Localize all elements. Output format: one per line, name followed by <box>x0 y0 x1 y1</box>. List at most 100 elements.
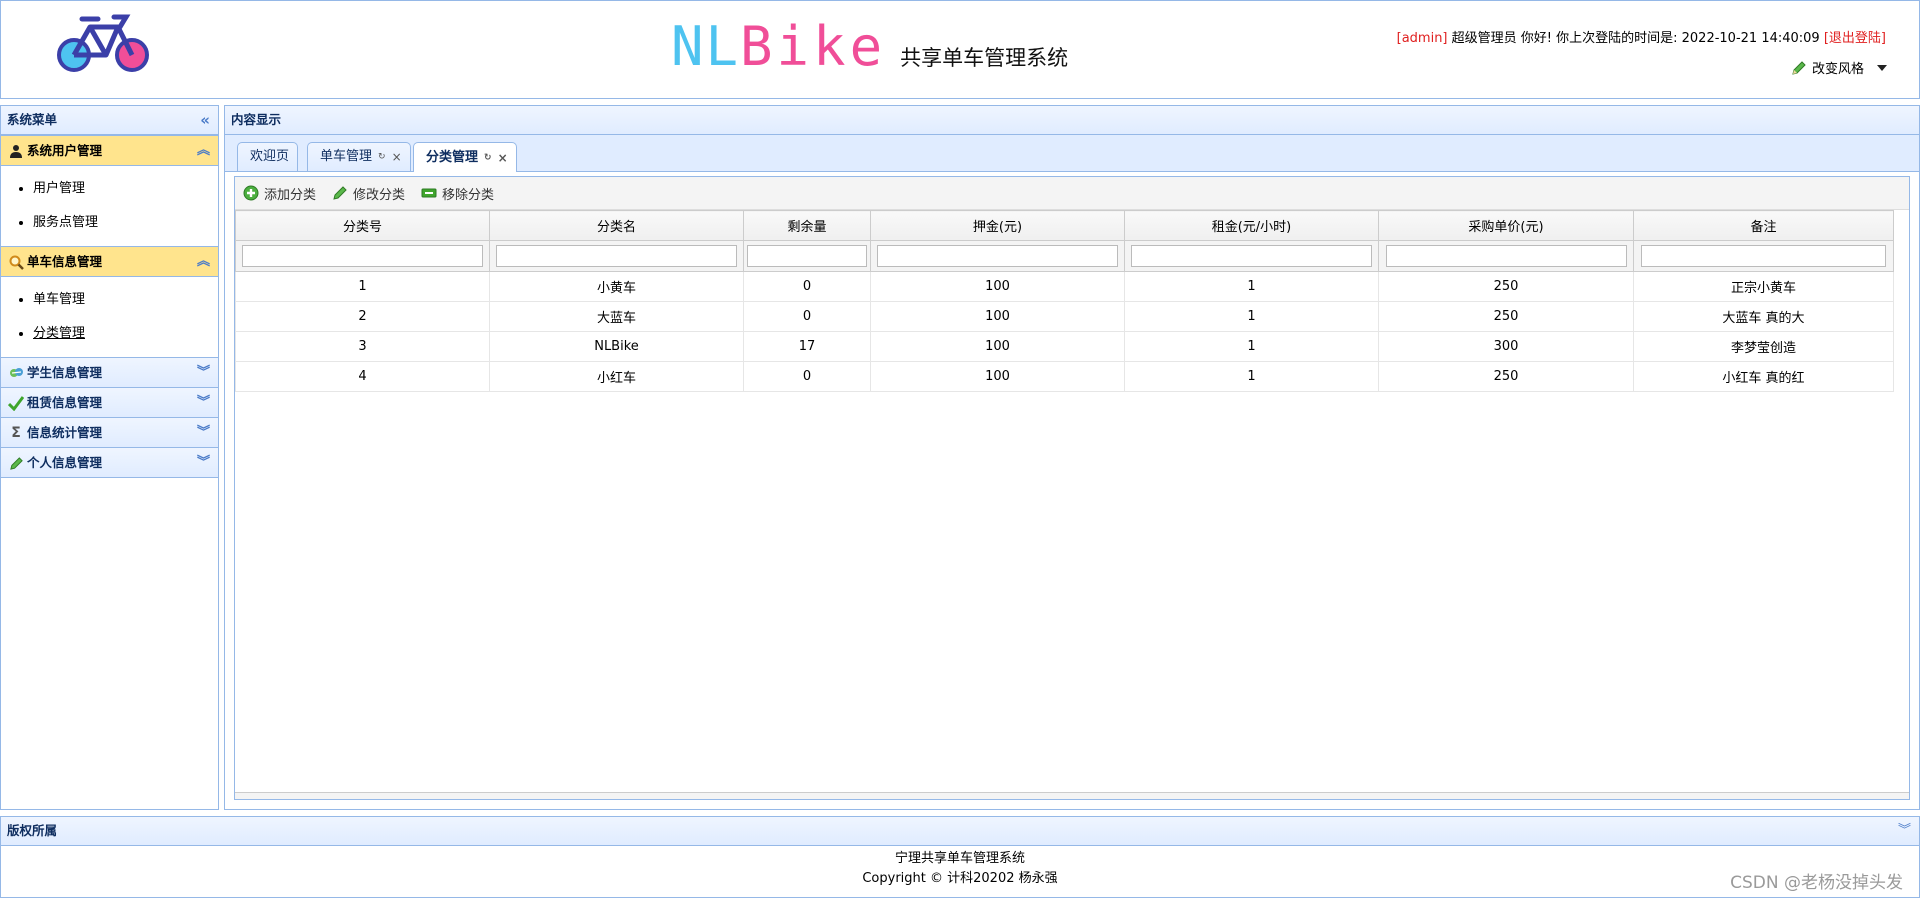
sidebar-item-service-points[interactable]: 服务点管理 <box>33 206 218 240</box>
watermark: CSDN @老杨没掉头发 <box>1730 873 1903 893</box>
accordion-bike-info[interactable]: 单车信息管理 ︽ <box>1 246 218 277</box>
brand-bike-text: Bike <box>740 15 887 78</box>
table-cell: 大蓝车 真的大 <box>1633 301 1894 332</box>
greeting-text: 超级管理员 你好! 你上次登陆的时间是: 2022-10-21 14:40:09 <box>1447 31 1824 46</box>
filter-input[interactable] <box>746 245 868 267</box>
button-label: 移除分类 <box>442 187 495 203</box>
filter-input[interactable] <box>1640 245 1887 267</box>
accordion-personal-info[interactable]: 个人信息管理 ︾ <box>1 448 218 478</box>
grid-scrollbar[interactable] <box>235 792 1909 799</box>
table-row[interactable]: 4 小红车 0 100 1 250 小红车 真的红 <box>235 361 1894 392</box>
table-cell: 正宗小黄车 <box>1633 271 1894 302</box>
remove-icon <box>421 188 437 198</box>
remove-category-button[interactable]: 移除分类 <box>421 184 494 203</box>
sidebar-header: 系统菜单 « <box>1 106 218 135</box>
refresh-icon[interactable]: ↻ <box>484 144 492 172</box>
chevron-down-icon[interactable]: ︾ <box>197 448 210 477</box>
filter-cell <box>1124 240 1379 272</box>
pencil-icon <box>8 455 24 471</box>
table-cell: 250 <box>1378 361 1634 392</box>
accordion-label: 信息统计管理 <box>27 425 103 440</box>
chevron-down-icon[interactable]: ︾ <box>197 358 210 387</box>
table-cell: 100 <box>870 301 1125 332</box>
table-cell: NLBike <box>489 331 744 362</box>
footer: 版权所属 ︾ 宁理共享单车管理系统 Copyright © 计科20202 杨永… <box>0 816 1920 898</box>
theme-menu-button[interactable]: 改变风格 <box>1791 58 1887 77</box>
accordion-rental-info[interactable]: 租赁信息管理 ︾ <box>1 388 218 418</box>
category-table: 分类号 分类名 剩余量 押金(元) 租金(元/小时) 采购单价(元) 备注 1 … <box>235 210 1894 392</box>
tab-bike-management[interactable]: 单车管理 ↻ × <box>307 142 411 171</box>
filter-input[interactable] <box>242 245 483 267</box>
column-header[interactable]: 押金(元) <box>870 210 1125 241</box>
filter-input[interactable] <box>1385 245 1627 267</box>
filter-row <box>235 240 1894 272</box>
table-cell: 李梦莹创造 <box>1633 331 1894 362</box>
column-header[interactable]: 备注 <box>1633 210 1894 241</box>
column-header[interactable]: 分类名 <box>489 210 744 241</box>
column-header[interactable]: 租金(元/小时) <box>1124 210 1379 241</box>
accordion-system-users[interactable]: 系统用户管理 ︽ <box>1 135 218 166</box>
add-icon <box>243 185 259 201</box>
filter-input[interactable] <box>1131 245 1372 267</box>
user-icon <box>8 143 24 159</box>
accordion-label: 学生信息管理 <box>27 365 103 380</box>
accordion-statistics[interactable]: Σ 信息统计管理 ︾ <box>1 418 218 448</box>
table-row[interactable]: 2 大蓝车 0 100 1 250 大蓝车 真的大 <box>235 301 1894 332</box>
filter-cell <box>1378 240 1634 272</box>
tab-category-management[interactable]: 分类管理 ↻ × <box>413 142 517 172</box>
table-cell: 4 <box>235 361 490 392</box>
tabs-strip: 欢迎页 单车管理 ↻ × 分类管理 ↻ × <box>225 135 1919 172</box>
table-cell: 1 <box>1124 331 1379 362</box>
button-label: 修改分类 <box>353 187 406 203</box>
sidebar: 系统菜单 « 系统用户管理 ︽ 用户管理 服务点管理 单车信息管理 ︽ 单车管理… <box>0 105 219 810</box>
chevron-down-icon[interactable]: ︾ <box>197 418 210 447</box>
close-icon[interactable]: × <box>392 143 402 171</box>
table-cell: 2 <box>235 301 490 332</box>
table-cell: 大蓝车 <box>489 301 744 332</box>
brand-title: NL Bike 共享单车管理系统 <box>671 15 1068 78</box>
user-role: [admin] <box>1396 31 1448 46</box>
sidebar-item-user-management[interactable]: 用户管理 <box>33 172 218 206</box>
main-panel: 内容显示 欢迎页 单车管理 ↻ × 分类管理 ↻ × 添加分类 修改分类 移除分… <box>224 105 1920 810</box>
user-info: [admin] 超级管理员 你好! 你上次登陆的时间是: 2022-10-21 … <box>1397 27 1886 46</box>
filter-cell <box>870 240 1125 272</box>
table-cell: 17 <box>743 331 871 362</box>
chevron-down-icon[interactable]: ︾ <box>1898 817 1911 845</box>
column-header[interactable]: 分类号 <box>235 210 490 241</box>
filter-input[interactable] <box>496 245 737 267</box>
chevron-up-icon[interactable]: ︽ <box>197 136 210 165</box>
chevron-up-icon[interactable]: ︽ <box>197 247 210 276</box>
footer-header: 版权所属 ︾ <box>1 817 1919 846</box>
footer-title: 版权所属 <box>7 823 58 838</box>
chevron-down-icon <box>1877 64 1887 71</box>
main-header: 内容显示 <box>225 106 1919 135</box>
sidebar-item-category-management[interactable]: 分类管理 <box>33 317 218 351</box>
edit-category-button[interactable]: 修改分类 <box>332 184 405 203</box>
table-row[interactable]: 1 小黄车 0 100 1 250 正宗小黄车 <box>235 271 1894 302</box>
main-title: 内容显示 <box>231 112 282 127</box>
brand-nl-text: NL <box>671 15 741 78</box>
chevron-down-icon[interactable]: ︾ <box>197 388 210 417</box>
tab-label: 欢迎页 <box>250 149 290 164</box>
close-icon[interactable]: × <box>498 144 508 172</box>
table-cell: 0 <box>743 271 871 302</box>
tab-label: 单车管理 <box>320 149 373 164</box>
filter-input[interactable] <box>877 245 1118 267</box>
column-header[interactable]: 采购单价(元) <box>1378 210 1634 241</box>
collapse-left-icon[interactable]: « <box>200 106 210 134</box>
table-cell: 250 <box>1378 271 1634 302</box>
table-cell: 小黄车 <box>489 271 744 302</box>
sidebar-item-bike-management[interactable]: 单车管理 <box>33 283 218 317</box>
accordion-student-info[interactable]: 学生信息管理 ︾ <box>1 357 218 388</box>
refresh-icon[interactable]: ↻ <box>378 143 386 171</box>
table-row[interactable]: 3 NLBike 17 100 1 300 李梦莹创造 <box>235 331 1894 362</box>
accordion-label: 租赁信息管理 <box>27 395 103 410</box>
add-category-button[interactable]: 添加分类 <box>243 184 316 203</box>
table-cell: 小红车 真的红 <box>1633 361 1894 392</box>
filter-cell <box>743 240 871 272</box>
column-header[interactable]: 剩余量 <box>743 210 871 241</box>
tab-welcome[interactable]: 欢迎页 <box>237 142 299 171</box>
sidebar-title: 系统菜单 <box>7 112 58 127</box>
logout-link[interactable]: [退出登陆] <box>1824 31 1886 46</box>
table-cell: 小红车 <box>489 361 744 392</box>
